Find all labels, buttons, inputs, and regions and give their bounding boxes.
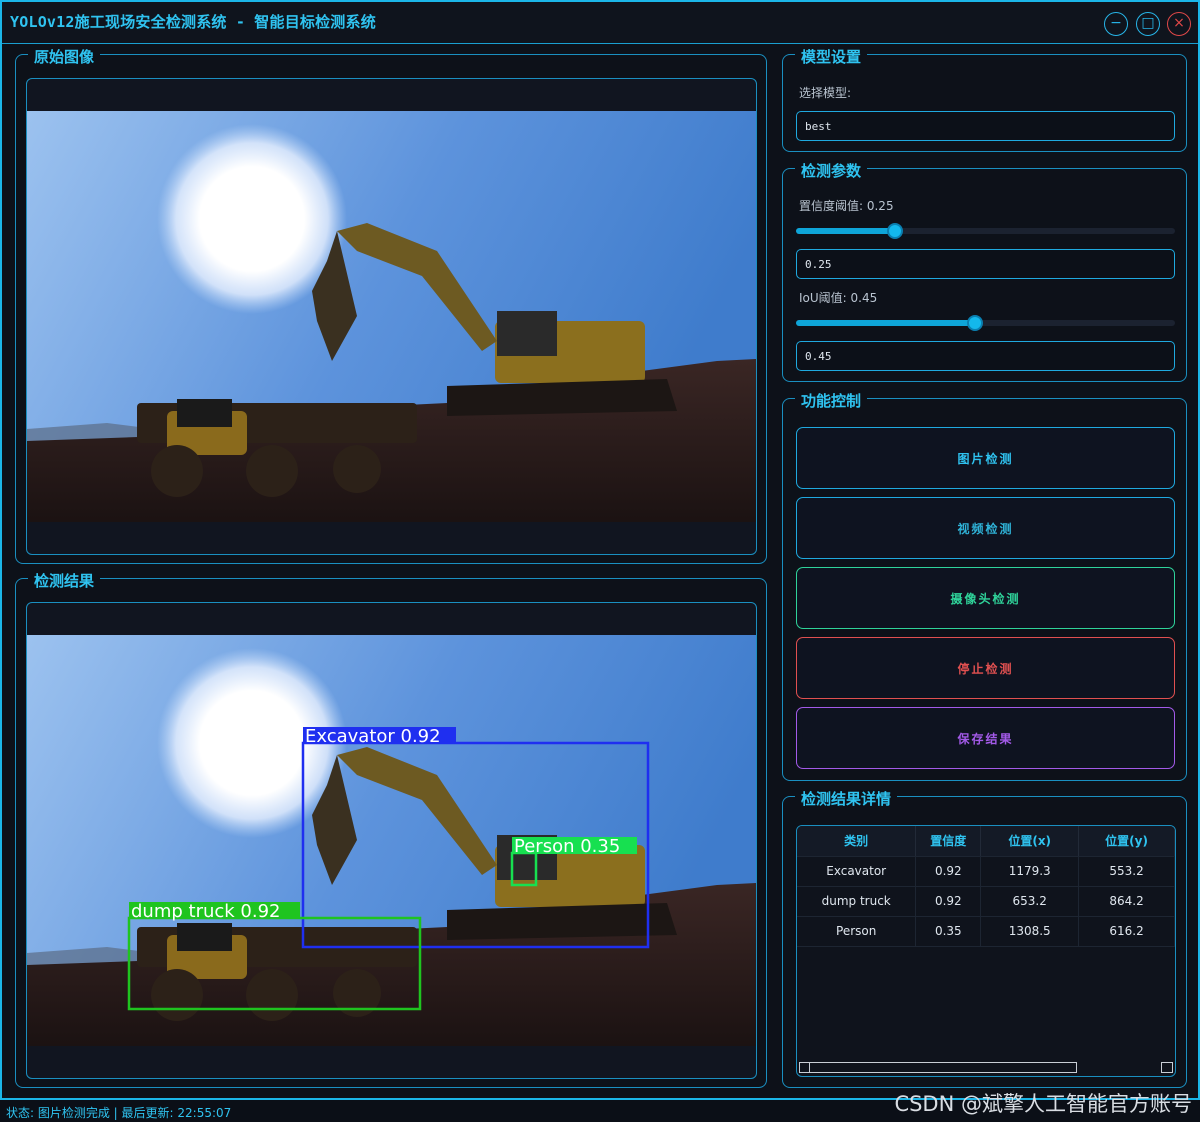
iou-input[interactable]: 0.45 [796, 341, 1175, 371]
iou-slider[interactable] [796, 315, 1175, 331]
horizontal-scrollbar[interactable] [799, 1062, 1077, 1073]
camera-detect-button[interactable]: 摄像头检测 [796, 567, 1175, 629]
iou-slider-fill [796, 320, 975, 326]
cell-pos-x: 1308.5 [980, 916, 1080, 947]
col-header-class[interactable]: 类别 [797, 826, 917, 857]
save-results-button[interactable]: 保存结果 [796, 707, 1175, 769]
cell-class: Person [797, 916, 917, 947]
conf-slider[interactable] [796, 223, 1175, 239]
minimize-icon[interactable]: − [1104, 12, 1128, 36]
image-detect-button[interactable]: 图片检测 [796, 427, 1175, 489]
detection-result-group: 检测结果 Excavator 0.92 Person 0.35 dump tru… [15, 570, 767, 1088]
col-header-pos-x[interactable]: 位置(x) [980, 826, 1080, 857]
table-row[interactable]: Person 0.35 1308.5 616.2 [797, 916, 1175, 947]
cell-class: Excavator [797, 856, 917, 887]
conf-input[interactable]: 0.25 [796, 249, 1175, 279]
table-row[interactable]: dump truck 0.92 653.2 864.2 [797, 886, 1175, 917]
conf-slider-handle[interactable] [887, 223, 903, 239]
iou-slider-handle[interactable] [967, 315, 983, 331]
model-settings-title: 模型设置 [795, 46, 868, 67]
cell-confidence: 0.92 [915, 886, 982, 917]
scrollbar-left-arrow[interactable] [800, 1063, 810, 1072]
result-details-group: 检测结果详情 类别 置信度 位置(x) 位置(y) Excavator 0.92… [782, 788, 1187, 1088]
original-image [27, 111, 756, 522]
stop-detect-button[interactable]: 停止检测 [796, 637, 1175, 699]
window-title: YOLOv12施工现场安全检测系统 - 智能目标检测系统 [10, 13, 376, 31]
watermark: CSDN @斌擎人工智能官方账号 [894, 1092, 1192, 1116]
function-controls-group: 功能控制 图片检测 视频检测 摄像头检测 停止检测 保存结果 [782, 390, 1187, 781]
cell-pos-x: 1179.3 [980, 856, 1080, 887]
model-select[interactable]: best [796, 111, 1175, 141]
scene-image-annotated: Excavator 0.92 Person 0.35 dump truck 0.… [27, 635, 756, 1046]
result-table-frame: 类别 置信度 位置(x) 位置(y) Excavator 0.92 1179.3… [796, 825, 1176, 1077]
cell-pos-y: 616.2 [1078, 916, 1175, 947]
iou-threshold-label: IoU阈值: 0.45 [799, 291, 878, 305]
bbox-label-excavator: Excavator 0.92 [305, 726, 441, 747]
scene-image [27, 111, 756, 522]
cell-class: dump truck [797, 886, 917, 917]
table-header-row: 类别 置信度 位置(x) 位置(y) [797, 826, 1175, 857]
original-image-group: 原始图像 [15, 46, 767, 564]
select-model-label: 选择模型: [799, 86, 852, 100]
result-table: 类别 置信度 位置(x) 位置(y) Excavator 0.92 1179.3… [797, 826, 1175, 947]
close-icon[interactable]: × [1167, 12, 1191, 36]
cell-pos-x: 653.2 [980, 886, 1080, 917]
function-controls-title: 功能控制 [795, 390, 868, 411]
result-details-title: 检测结果详情 [795, 788, 898, 809]
bbox-label-person: Person 0.35 [514, 836, 620, 857]
app-window: YOLOv12施工现场安全检测系统 - 智能目标检测系统 − □ × 原始图像 [0, 0, 1200, 1100]
cell-pos-y: 864.2 [1078, 886, 1175, 917]
detection-params-group: 检测参数 置信度阈值: 0.25 0.25 IoU阈值: 0.45 0.45 [782, 160, 1187, 382]
conf-threshold-label: 置信度阈值: 0.25 [799, 199, 894, 213]
detection-result-title: 检测结果 [28, 570, 101, 591]
scrollbar-corner [1161, 1062, 1173, 1073]
detection-params-title: 检测参数 [795, 160, 868, 181]
model-settings-group: 模型设置 选择模型: best [782, 46, 1187, 152]
col-header-confidence[interactable]: 置信度 [915, 826, 982, 857]
col-header-pos-y[interactable]: 位置(y) [1078, 826, 1175, 857]
result-image: Excavator 0.92 Person 0.35 dump truck 0.… [27, 635, 756, 1046]
cell-pos-y: 553.2 [1078, 856, 1175, 887]
title-bar[interactable]: YOLOv12施工现场安全检测系统 - 智能目标检测系统 − □ × [2, 2, 1198, 44]
maximize-icon[interactable]: □ [1136, 12, 1160, 36]
original-image-frame [26, 78, 757, 555]
result-image-frame: Excavator 0.92 Person 0.35 dump truck 0.… [26, 602, 757, 1079]
original-image-title: 原始图像 [28, 46, 101, 67]
cell-confidence: 0.92 [915, 856, 982, 887]
bbox-label-dump-truck: dump truck 0.92 [131, 901, 281, 922]
conf-slider-fill [796, 228, 895, 234]
video-detect-button[interactable]: 视频检测 [796, 497, 1175, 559]
cell-confidence: 0.35 [915, 916, 982, 947]
table-row[interactable]: Excavator 0.92 1179.3 553.2 [797, 856, 1175, 887]
